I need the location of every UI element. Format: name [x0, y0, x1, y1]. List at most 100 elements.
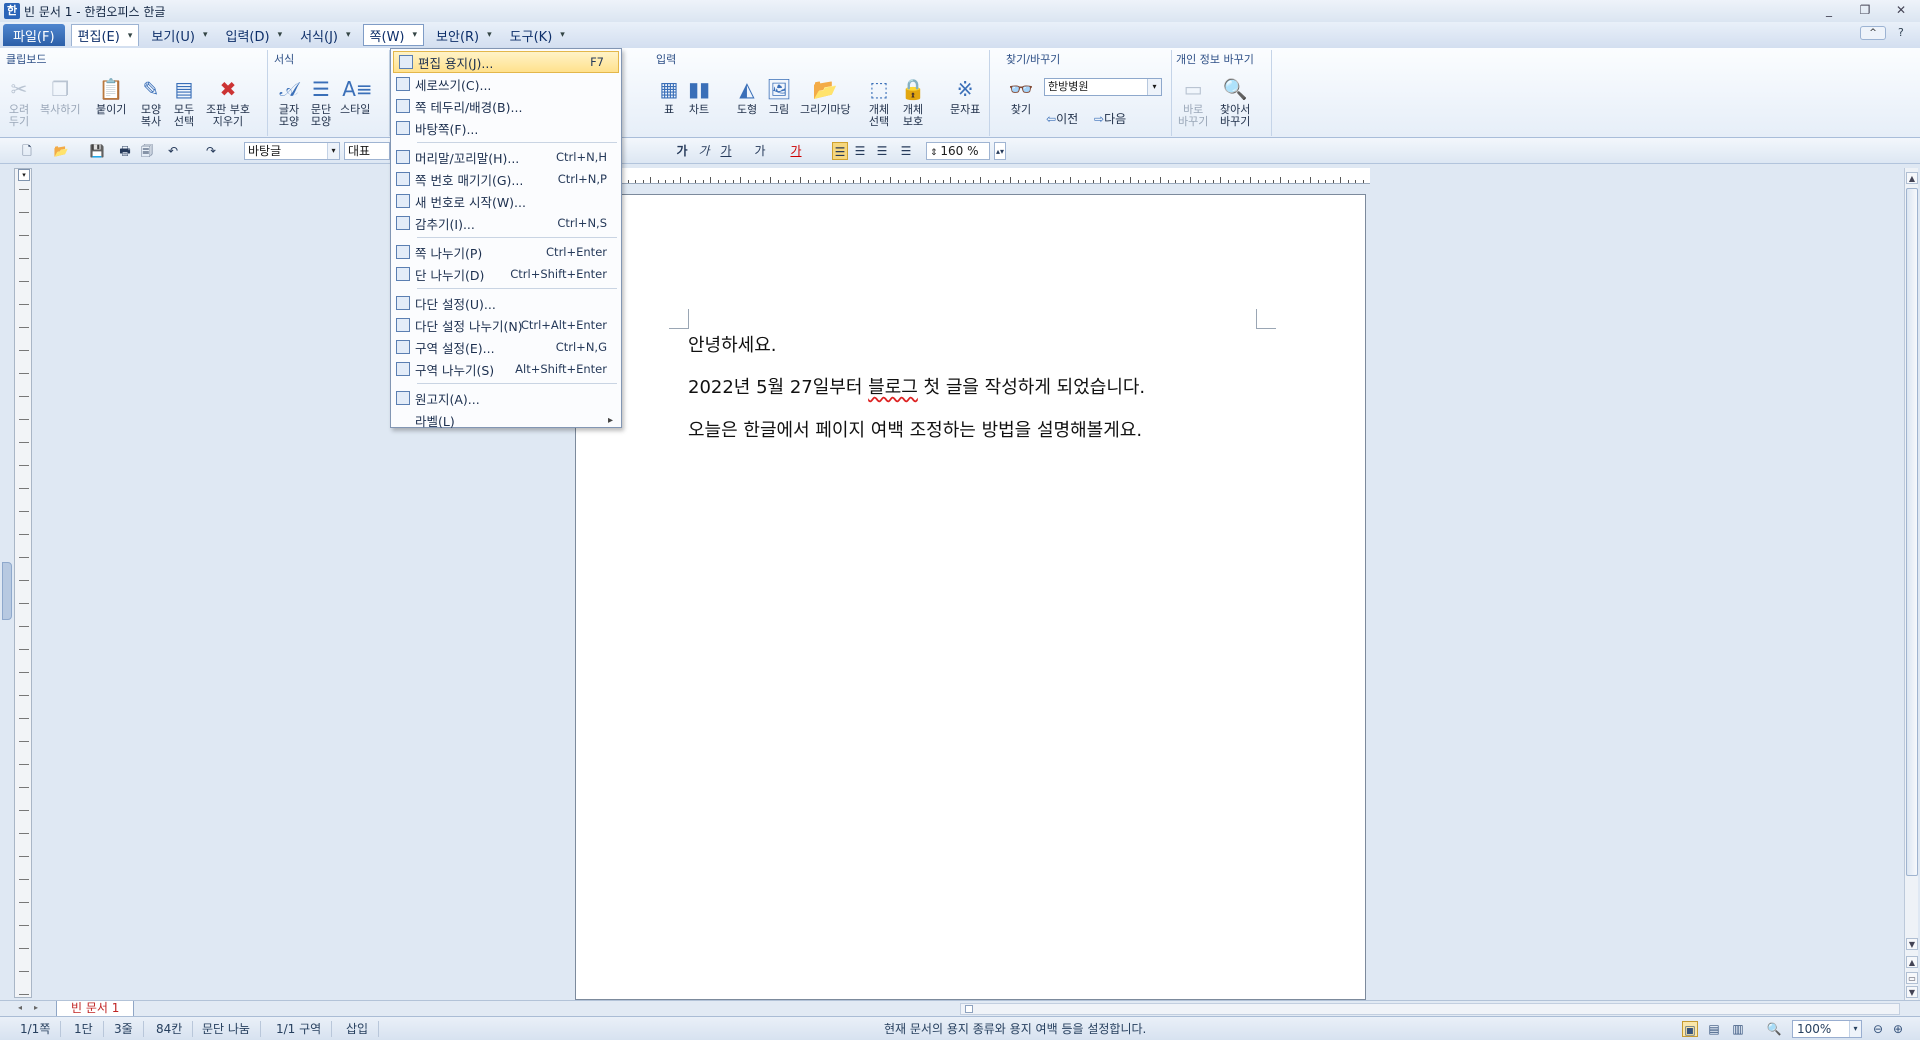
chevron-down-icon[interactable]: ▾ [327, 143, 339, 159]
page-menu-item[interactable]: 세로쓰기(C)... [391, 73, 621, 95]
print-preview-icon[interactable]: 🗐 [138, 142, 156, 160]
document-line-3[interactable]: 오늘은 한글에서 페이지 여백 조정하는 방법을 설명해볼게요. [688, 416, 1142, 442]
align-justify-icon[interactable]: ☰ [832, 142, 848, 160]
vertical-scrollbar[interactable]: ▲ ▼ ▲ ▭ ▼ [1904, 168, 1918, 1000]
style-button[interactable]: A≡ 스타일 [340, 76, 373, 116]
menu-format[interactable]: 서식(J) ▾ [294, 24, 356, 46]
underline-button[interactable]: 가 [718, 142, 734, 160]
help-icon[interactable]: ? [1898, 26, 1912, 40]
italic-button[interactable]: 가 [696, 142, 712, 160]
horizontal-scrollbar[interactable] [960, 1003, 1900, 1015]
page-menu-item[interactable]: 원고지(A)... [391, 387, 621, 409]
hscroll-thumb[interactable] [965, 1005, 973, 1013]
find-button[interactable]: 👓 찾기 [1008, 76, 1034, 116]
zoom-select[interactable]: 100% ▾ [1792, 1020, 1862, 1038]
style-select[interactable]: 바탕글 ▾ [244, 142, 340, 160]
tab-prev-icon[interactable]: ◂ [18, 1003, 22, 1012]
page-menu-item[interactable]: 라벨(L) ▸ [391, 409, 621, 431]
spin-icon[interactable]: ▴▾ [994, 142, 1006, 160]
ruler-corner-button[interactable]: ▾ [18, 169, 30, 181]
scroll-thumb[interactable] [1906, 188, 1918, 876]
page-menu-item[interactable]: 편집 용지(J)... F7 [393, 51, 619, 73]
web-view-icon[interactable]: ▥ [1730, 1021, 1746, 1037]
page-menu-item[interactable]: 새 번호로 시작(W)... [391, 190, 621, 212]
page-menu-item[interactable]: 쪽 테두리/배경(B)... [391, 95, 621, 117]
page-menu-item[interactable]: 다단 설정 나누기(N) Ctrl+Alt+Enter [391, 314, 621, 336]
zoom-out-icon[interactable]: ⊖ [1870, 1021, 1886, 1037]
menu-view[interactable]: 보기(U) ▾ [145, 24, 213, 46]
paste-button[interactable]: 📋 붙이기 [96, 76, 126, 116]
format-painter-button[interactable]: ✎ 모양 복사 [138, 76, 164, 128]
cut-button[interactable]: ✂ 오려 두기 [6, 76, 32, 128]
status-insert-mode[interactable]: 삽입 [346, 1021, 380, 1037]
select-all-button[interactable]: ▤ 모두 선택 [171, 76, 197, 128]
document-page[interactable]: 안녕하세요. 2022년 5월 27일부터 블로그 첫 글을 작성하게 되었습니… [575, 194, 1366, 1000]
chevron-down-icon[interactable]: ▾ [1849, 1021, 1861, 1037]
align-center-icon[interactable]: ☰ [874, 142, 890, 160]
print-icon[interactable]: 🖶 [116, 142, 134, 160]
bold-button[interactable]: 가 [674, 142, 690, 160]
page-menu-item[interactable]: 단 나누기(D) Ctrl+Shift+Enter [391, 263, 621, 285]
chart-button[interactable]: ▮▮ 차트 [686, 76, 712, 116]
document-line-2[interactable]: 2022년 5월 27일부터 블로그 첫 글을 작성하게 되었습니다. [688, 373, 1145, 399]
tab-document-1[interactable]: 빈 문서 1 [56, 1001, 135, 1017]
clipart-button[interactable]: 📂 그리기마당 [800, 76, 851, 116]
page-menu-item[interactable]: 구역 나누기(S) Alt+Shift+Enter [391, 358, 621, 380]
close-button[interactable]: ✕ [1888, 2, 1914, 18]
ribbon-collapse-button[interactable]: ^ [1860, 26, 1886, 40]
page-menu-item[interactable]: 구역 설정(E)... Ctrl+N,G [391, 336, 621, 358]
page-menu-item[interactable]: 쪽 번호 매기기(G)... Ctrl+N,P [391, 168, 621, 190]
page-up-icon[interactable]: ▲ [1906, 956, 1918, 968]
page-view-icon[interactable]: ▤ [1706, 1021, 1722, 1037]
page-menu-item[interactable]: 다단 설정(U)... [391, 292, 621, 314]
object-protect-button[interactable]: 🔒 개체 보호 [900, 76, 926, 128]
object-select-button[interactable]: ⬚ 개체 선택 [866, 76, 892, 128]
menu-file[interactable]: 파일(F) [3, 24, 65, 46]
menu-input[interactable]: 입력(D) ▾ [219, 24, 288, 46]
clear-codes-button[interactable]: ✖ 조판 부호 지우기 [206, 76, 250, 128]
page-view-icon[interactable]: ▭ [1906, 972, 1918, 984]
page-menu-item[interactable]: 바탕쪽(F)... [391, 117, 621, 139]
align-right-icon[interactable]: ☰ [898, 142, 914, 160]
normal-view-icon[interactable]: ▣ [1682, 1021, 1698, 1037]
find-prev-button[interactable]: ⇦이전 [1046, 110, 1078, 127]
page-menu-item[interactable]: 쪽 나누기(P) Ctrl+Enter [391, 241, 621, 263]
line-spacing-input[interactable]: ⇕ 160 % [926, 142, 990, 160]
shape-button[interactable]: ◭ 도형 [734, 76, 760, 116]
tab-next-icon[interactable]: ▸ [34, 1003, 38, 1012]
redo-icon[interactable]: ↷ [202, 142, 220, 160]
font-color-button[interactable]: 가 [752, 142, 768, 160]
side-panel-handle[interactable] [2, 562, 12, 620]
symbol-button[interactable]: ※ 문자표 [950, 76, 980, 116]
align-left-icon[interactable]: ☰ [852, 142, 868, 160]
font-rep-select[interactable]: 대표 [344, 142, 390, 160]
highlight-button[interactable]: 가 [788, 142, 804, 160]
menu-page[interactable]: 쪽(W) ▾ [362, 24, 425, 46]
chevron-down-icon[interactable]: ▾ [1147, 79, 1161, 95]
menu-tools[interactable]: 도구(K) ▾ [504, 24, 571, 46]
document-line-1[interactable]: 안녕하세요. [688, 331, 777, 357]
page-menu-item[interactable]: 감추기(I)... Ctrl+N,S [391, 212, 621, 234]
save-icon[interactable]: 💾 [88, 142, 106, 160]
page-menu-item[interactable]: 머리말/꼬리말(H)... Ctrl+N,H [391, 146, 621, 168]
scroll-up-icon[interactable]: ▲ [1906, 172, 1918, 184]
restore-button[interactable]: ❐ [1852, 2, 1878, 18]
minimize-button[interactable]: _ [1816, 2, 1842, 18]
picture-button[interactable]: 🖼 그림 [766, 76, 792, 116]
scroll-down-icon[interactable]: ▼ [1906, 938, 1918, 950]
table-button[interactable]: ▦ 표 [656, 76, 682, 116]
open-folder-icon[interactable]: 📂 [52, 142, 70, 160]
new-doc-icon[interactable]: 🗋 [18, 142, 36, 160]
zoom-in-icon[interactable]: ⊕ [1890, 1021, 1906, 1037]
menu-security[interactable]: 보안(R) ▾ [430, 24, 498, 46]
zoom-icon[interactable]: 🔍 [1766, 1021, 1782, 1037]
quick-replace-button[interactable]: ▭ 바로 바꾸기 [1178, 76, 1208, 128]
status-page[interactable]: 1/1쪽 [20, 1021, 62, 1037]
char-shape-button[interactable]: 𝒜 글자 모양 [276, 76, 302, 128]
para-shape-button[interactable]: ☰ 문단 모양 [308, 76, 334, 128]
copy-button[interactable]: ❐ 복사하기 [40, 76, 80, 116]
undo-icon[interactable]: ↶ [164, 142, 182, 160]
find-next-button[interactable]: ⇨다음 [1094, 110, 1126, 127]
menu-edit[interactable]: 편집(E) ▾ [70, 24, 140, 46]
find-replace-button[interactable]: 🔍 찾아서 바꾸기 [1220, 76, 1250, 128]
